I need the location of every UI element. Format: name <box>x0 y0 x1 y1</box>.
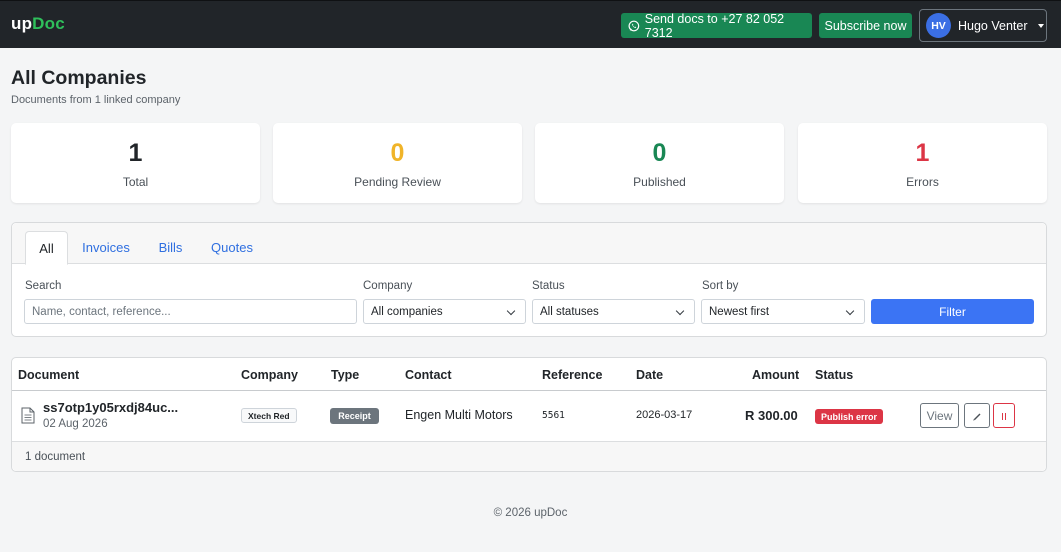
company-select[interactable]: All companies <box>363 299 526 324</box>
stat-card-pending-review: 0 Pending Review <box>273 123 522 203</box>
chevron-down-icon <box>845 306 855 316</box>
chevron-down-icon <box>506 306 516 316</box>
sort-select[interactable]: Newest first <box>701 299 865 324</box>
stat-value-pending-review: 0 <box>390 139 405 167</box>
status-select[interactable]: All statuses <box>532 299 695 324</box>
status-select-value: All statuses <box>540 305 599 318</box>
stat-card-errors: 1 Errors <box>798 123 1047 203</box>
column-header-type[interactable]: Type <box>331 368 359 382</box>
user-name: Hugo Venter <box>958 18 1028 33</box>
stat-label-published: Published <box>633 175 686 189</box>
status-badge: Publish error <box>815 409 884 424</box>
reference-cell: 5561 <box>542 410 565 421</box>
document-name[interactable]: ss7otp1y05rxdj84uc... <box>43 400 178 415</box>
stat-value-errors: 1 <box>915 139 930 167</box>
column-header-company[interactable]: Company <box>241 368 298 382</box>
stat-card-published: 0 Published <box>535 123 784 203</box>
tab-all[interactable]: All <box>25 231 68 265</box>
user-menu-dropdown[interactable]: HV Hugo Venter <box>919 9 1047 42</box>
copyright: © 2026 upDoc <box>493 507 568 519</box>
table-footer <box>12 442 1046 471</box>
company-select-value: All companies <box>371 305 443 318</box>
sort-label: Sort by <box>702 280 739 292</box>
sort-select-value: Newest first <box>709 305 770 318</box>
date-cell: 2026-03-17 <box>636 409 693 421</box>
send-docs-label: Send docs to +27 82 052 7312 <box>644 11 785 40</box>
page-subtitle: Documents from 1 linked company <box>11 94 181 106</box>
search-label: Search <box>25 280 62 292</box>
send-docs-whatsapp-button[interactable]: Send docs to +27 82 052 7312 <box>621 11 812 40</box>
document-date: 02 Aug 2026 <box>43 418 108 430</box>
column-header-reference[interactable]: Reference <box>542 368 602 382</box>
filter-button[interactable]: Filter <box>871 299 1034 324</box>
stat-label-errors: Errors <box>906 175 939 189</box>
whatsapp-icon <box>628 20 640 31</box>
pencil-icon <box>973 413 981 420</box>
page-title: All Companies <box>11 67 147 89</box>
documents-table: Document Company Type Contact Reference … <box>11 357 1047 472</box>
stat-value-total: 1 <box>128 139 143 167</box>
brand-logo[interactable]: upDoc <box>11 14 65 34</box>
subscribe-button[interactable]: Subscribe now <box>819 13 912 38</box>
tab-bills[interactable]: Bills <box>154 231 187 264</box>
document-count: 1 document <box>25 451 86 463</box>
stat-value-published: 0 <box>652 139 667 167</box>
column-header-document[interactable]: Document <box>18 368 79 382</box>
amount-cell: R 300.00 <box>745 408 798 423</box>
filter-card: All Invoices Bills Quotes Search Name, c… <box>11 222 1047 337</box>
avatar: HV <box>926 13 951 38</box>
column-header-contact[interactable]: Contact <box>405 368 452 382</box>
stat-label-pending-review: Pending Review <box>354 175 441 189</box>
caret-down-icon <box>1037 23 1044 28</box>
top-navbar: upDoc Send docs to +27 82 052 7312 Subsc… <box>0 0 1061 48</box>
brand-prefix: up <box>11 14 33 33</box>
delete-button[interactable] <box>993 403 1015 428</box>
brand-accent: Doc <box>32 14 65 33</box>
stat-card-total: 1 Total <box>11 123 260 203</box>
status-label: Status <box>532 280 565 292</box>
tab-invoices[interactable]: Invoices <box>78 231 134 264</box>
edit-button[interactable] <box>964 403 990 428</box>
chevron-down-icon <box>675 306 685 316</box>
column-header-amount[interactable]: Amount <box>752 368 799 382</box>
stat-label-total: Total <box>122 175 149 189</box>
view-button[interactable]: View <box>920 403 959 428</box>
company-badge: Xtech Red <box>241 408 297 423</box>
column-header-date[interactable]: Date <box>636 368 663 382</box>
company-label: Company <box>363 280 413 292</box>
trash-icon <box>1002 412 1006 420</box>
search-input[interactable]: Name, contact, reference... <box>24 299 357 324</box>
header-divider <box>12 390 1046 391</box>
document-type-tabs: All Invoices Bills Quotes <box>12 223 1046 265</box>
tab-quotes[interactable]: Quotes <box>207 231 257 264</box>
column-header-status[interactable]: Status <box>815 368 853 382</box>
type-badge: Receipt <box>330 408 379 424</box>
document-icon <box>21 407 35 424</box>
contact-cell: Engen Multi Motors <box>405 408 513 422</box>
